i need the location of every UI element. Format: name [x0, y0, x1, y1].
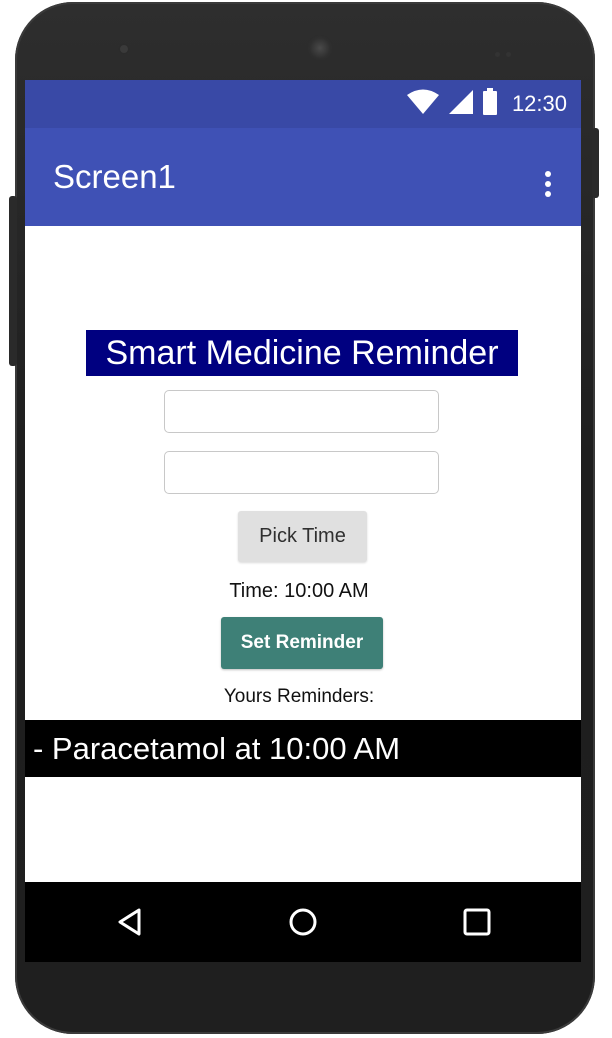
medicine-name-input[interactable]: [164, 390, 439, 433]
reminders-label: Yours Reminders:: [223, 686, 375, 707]
overflow-menu-icon[interactable]: [536, 166, 560, 202]
set-reminder-button[interactable]: Set Reminder: [221, 617, 383, 669]
power-button: [592, 128, 599, 198]
battery-icon: [482, 87, 498, 121]
status-time: 12:30: [511, 91, 567, 116]
status-bar: 12:30: [25, 80, 581, 128]
status-icons: 12:30: [406, 87, 567, 121]
app-heading: Smart Medicine Reminder: [86, 330, 518, 376]
main-content: Smart Medicine Reminder Pick Time Time: …: [25, 226, 581, 882]
selected-time-label: Time: 10:00 AM: [229, 580, 369, 602]
app-title: Screen1: [53, 158, 176, 195]
app-bar: Screen1: [25, 128, 581, 226]
wifi-icon: [406, 89, 440, 120]
front-sensor: [118, 43, 130, 55]
navigation-bar: [25, 882, 581, 962]
back-icon[interactable]: [110, 902, 150, 942]
signal-icon: [448, 89, 474, 120]
volume-button: [9, 196, 17, 366]
pick-time-button[interactable]: Pick Time: [238, 511, 367, 562]
recents-icon[interactable]: [457, 902, 497, 942]
home-icon[interactable]: [283, 902, 323, 942]
second-text-input[interactable]: [164, 451, 439, 494]
proximity-sensors: [495, 44, 531, 57]
front-camera: [307, 35, 333, 61]
reminder-list: - Paracetamol at 10:00 AM: [25, 720, 581, 777]
device-screen: 12:30 Screen1 Smart Medicine Reminder Pi…: [25, 80, 581, 962]
list-item[interactable]: - Paracetamol at 10:00 AM: [33, 720, 400, 777]
